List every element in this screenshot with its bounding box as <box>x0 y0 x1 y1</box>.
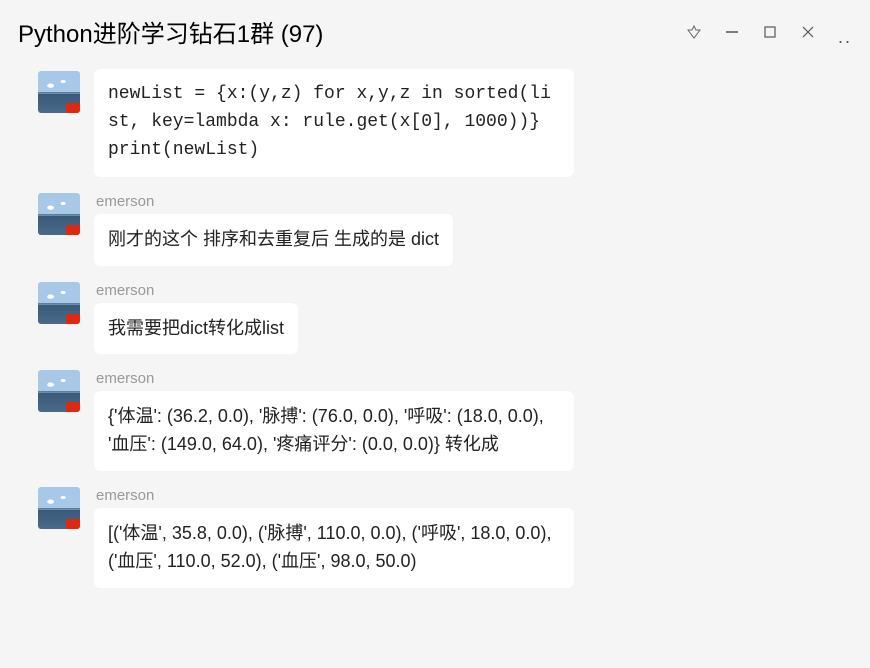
window-controls: .. <box>686 18 852 46</box>
message-content: emerson 刚才的这个 排序和去重复后 生成的是 dict <box>94 193 453 266</box>
minimize-icon[interactable] <box>724 24 740 40</box>
chat-window: Python进阶学习钻石1群 (97) .. newList = {x:(y,z… <box>0 0 870 668</box>
message-item: emerson 我需要把dict转化成list <box>0 282 870 355</box>
message-bubble[interactable]: 我需要把dict转化成list <box>94 303 298 355</box>
avatar[interactable] <box>38 193 80 235</box>
more-icon[interactable]: .. <box>838 28 852 46</box>
avatar[interactable] <box>38 487 80 529</box>
message-item: emerson [('体温', 35.8, 0.0), ('脉搏', 110.0… <box>0 487 870 588</box>
avatar[interactable] <box>38 282 80 324</box>
message-content: emerson [('体温', 35.8, 0.0), ('脉搏', 110.0… <box>94 487 574 588</box>
message-content: emerson 我需要把dict转化成list <box>94 282 298 355</box>
message-bubble[interactable]: {'体温': (36.2, 0.0), '脉搏': (76.0, 0.0), '… <box>94 391 574 471</box>
message-bubble[interactable]: [('体温', 35.8, 0.0), ('脉搏', 110.0, 0.0), … <box>94 508 574 588</box>
message-item: newList = {x:(y,z) for x,y,z in sorted(l… <box>0 69 870 177</box>
avatar[interactable] <box>38 370 80 412</box>
message-item: emerson 刚才的这个 排序和去重复后 生成的是 dict <box>0 193 870 266</box>
sender-name: emerson <box>94 370 574 387</box>
avatar[interactable] <box>38 71 80 113</box>
message-content: emerson {'体温': (36.2, 0.0), '脉搏': (76.0,… <box>94 370 574 471</box>
message-bubble[interactable]: 刚才的这个 排序和去重复后 生成的是 dict <box>94 214 453 266</box>
chat-area[interactable]: newList = {x:(y,z) for x,y,z in sorted(l… <box>0 59 870 668</box>
message-item: emerson {'体温': (36.2, 0.0), '脉搏': (76.0,… <box>0 370 870 471</box>
maximize-icon[interactable] <box>762 24 778 40</box>
sender-name: emerson <box>94 487 574 504</box>
message-bubble[interactable]: newList = {x:(y,z) for x,y,z in sorted(l… <box>94 69 574 177</box>
pin-icon[interactable] <box>686 24 702 40</box>
sender-name: emerson <box>94 282 298 299</box>
chat-title: Python进阶学习钻石1群 (97) <box>18 14 323 49</box>
close-icon[interactable] <box>800 24 816 40</box>
message-content: newList = {x:(y,z) for x,y,z in sorted(l… <box>94 69 574 177</box>
sender-name: emerson <box>94 193 453 210</box>
titlebar: Python进阶学习钻石1群 (97) .. <box>0 0 870 59</box>
